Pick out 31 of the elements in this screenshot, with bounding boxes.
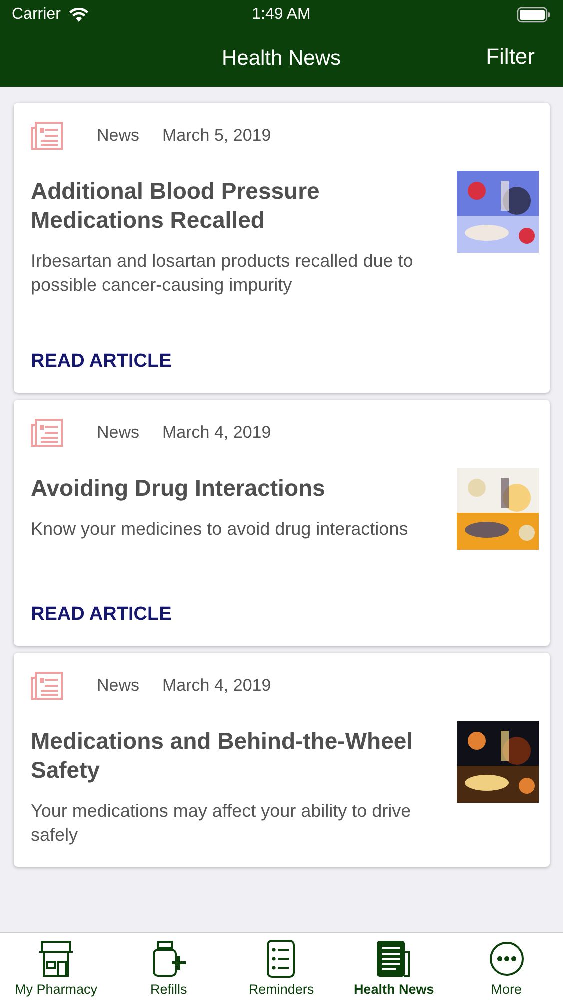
tab-bar-item[interactable]: Health News	[338, 933, 450, 1000]
tab-bar-item[interactable]: Refills	[112, 933, 226, 1000]
article-date: March 4, 2019	[162, 676, 272, 696]
article-title: Avoiding Drug Interactions	[31, 474, 326, 503]
read-article-link[interactable]: READ ARTICLE	[31, 351, 172, 373]
newspaper-icon	[31, 122, 63, 150]
category-label: News	[97, 126, 140, 146]
tab-bar-item[interactable]: My Pharmacy	[0, 933, 113, 1000]
article-card[interactable]: News March 5, 2019 Additional Blood Pressure Medications Recalled Irbesartan and losartan products recalled due to possible cancer-causing impurity READ ARTICLE	[14, 103, 550, 393]
filter-button[interactable]: Filter	[486, 44, 535, 70]
battery-icon	[516, 7, 551, 23]
article-summary: Irbesartan and losartan products recalled due to possible cancer-causing impurity	[31, 250, 414, 297]
screen-title: Health News	[222, 46, 342, 70]
category-label: News	[97, 423, 140, 443]
status-time: 1:49 AM	[252, 6, 311, 24]
article-date: March 5, 2019	[162, 126, 272, 146]
newspaper-icon	[31, 672, 63, 700]
read-article-link[interactable]: READ ARTICLE	[31, 604, 172, 626]
article-title: Medications and Behind-the-Wheel Safety	[31, 727, 414, 785]
article-summary: Your medications may affect your ability to drive safely	[31, 800, 412, 847]
article-card[interactable]: News March 4, 2019 Medications and Behind-the-Wheel Safety Your medications may affect your ability to drive safely	[14, 653, 550, 867]
article-summary: Know your medicines to avoid drug interactions	[31, 518, 410, 541]
carrier-label: Carrier	[12, 6, 61, 24]
newspaper-icon	[31, 419, 63, 447]
article-date: March 4, 2019	[162, 423, 272, 443]
tab-bar-item[interactable]: More	[450, 933, 563, 1000]
wifi-icon	[68, 8, 89, 22]
article-card[interactable]: News March 4, 2019 Avoiding Drug Interactions Know your medicines to avoid drug interactions READ ARTICLE	[14, 400, 550, 646]
category-label: News	[97, 676, 140, 696]
tab-bar-item[interactable]: Reminders	[225, 933, 338, 1000]
article-title: Additional Blood Pressure Medications Recalled	[31, 177, 321, 235]
